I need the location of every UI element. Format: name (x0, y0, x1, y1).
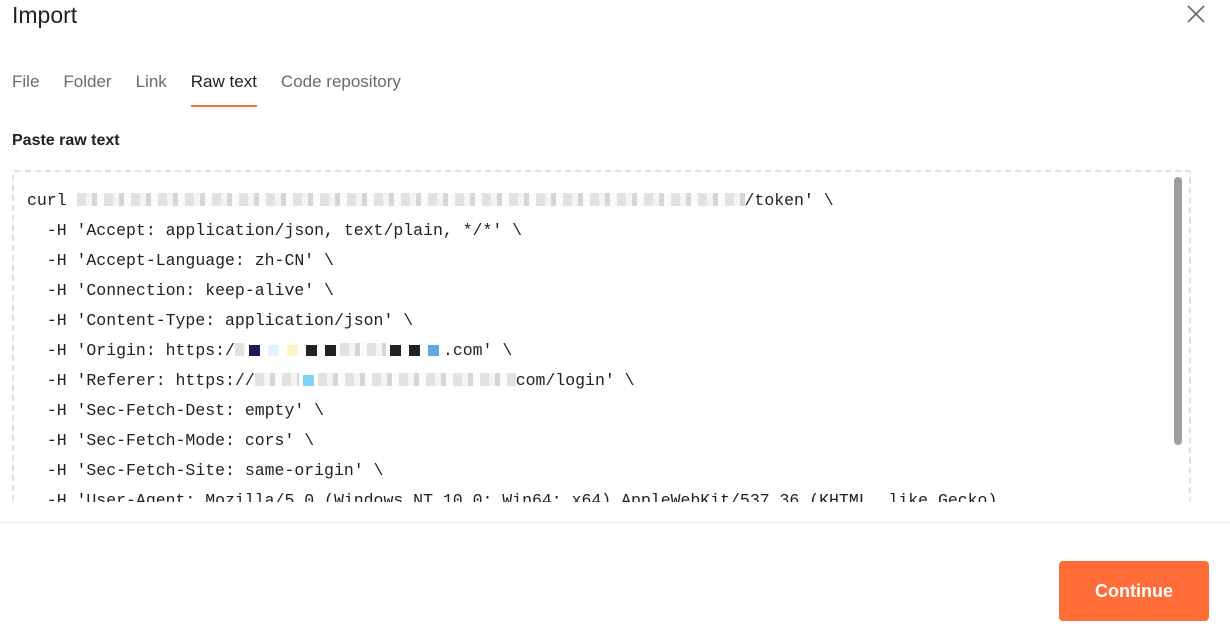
tab-link[interactable]: Link (136, 70, 167, 108)
tab-raw-text[interactable]: Raw text (190, 70, 258, 108)
code-line-3: -H 'Accept-Language: zh-CN' \ (27, 251, 334, 270)
paste-raw-text-label: Paste raw text (12, 132, 120, 149)
redacted-origin (234, 341, 443, 360)
dialog-title: Import (12, 2, 78, 28)
close-icon (1187, 5, 1205, 23)
continue-button[interactable]: Continue (1059, 561, 1209, 621)
redacted-referer (254, 373, 299, 386)
editor-scrollbar[interactable] (1174, 177, 1182, 445)
code-line-9: -H 'Sec-Fetch-Mode: cors' \ (27, 431, 315, 450)
code-line-7: -H 'Referer: https://com/login' \ (27, 371, 635, 390)
raw-text-editor[interactable]: curl /token' \ -H 'Accept: application/j… (12, 170, 1191, 502)
code-line-11: -H 'User-Agent: Mozilla/5.0 (Windows NT … (27, 491, 998, 502)
import-tabs: File Folder Link Raw text Code repositor… (12, 70, 425, 108)
code-line-10: -H 'Sec-Fetch-Site: same-origin' \ (27, 461, 384, 480)
code-line-2: -H 'Accept: application/json, text/plain… (27, 221, 523, 240)
close-button[interactable] (1184, 2, 1208, 26)
footer-divider (0, 522, 1230, 523)
tab-folder[interactable]: Folder (63, 70, 111, 108)
code-line-6: -H 'Origin: https:/.com' \ (27, 341, 513, 360)
raw-text-content[interactable]: curl /token' \ -H 'Accept: application/j… (27, 186, 997, 502)
code-line-5: -H 'Content-Type: application/json' \ (27, 311, 414, 330)
redacted-url (76, 193, 745, 206)
code-line-8: -H 'Sec-Fetch-Dest: empty' \ (27, 401, 325, 420)
code-line-4: -H 'Connection: keep-alive' \ (27, 281, 334, 300)
code-line-1: curl /token' \ (27, 191, 834, 210)
tab-file[interactable]: File (12, 70, 39, 108)
tab-code-repository[interactable]: Code repository (281, 70, 401, 108)
